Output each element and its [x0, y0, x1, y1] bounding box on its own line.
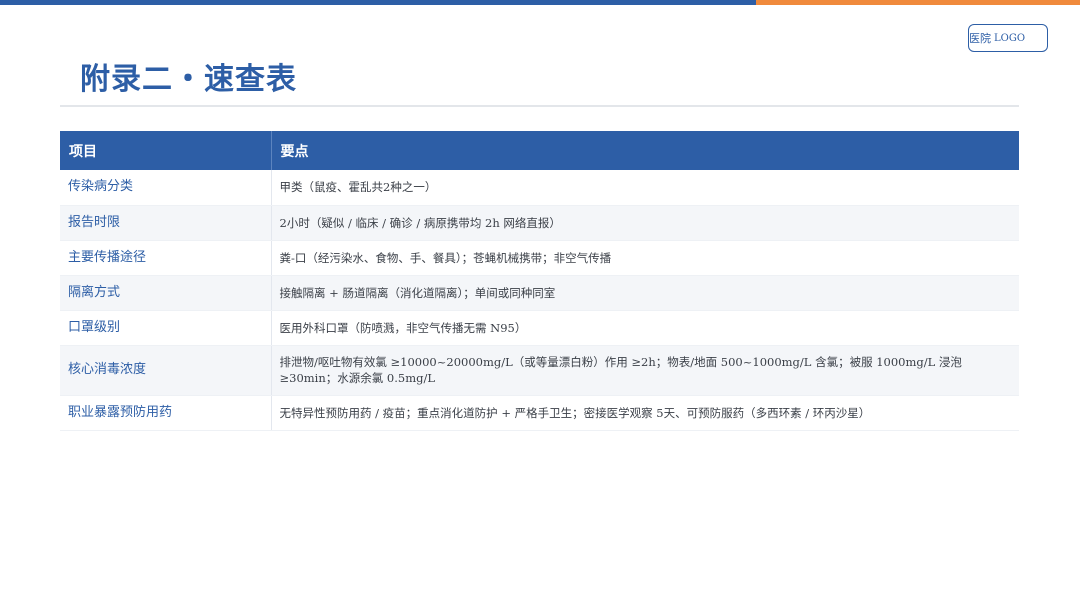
table-row: 主要传播途径 粪-口（经污染水、食物、手、餐具）；苍蝇机械携带；非空气传播: [60, 240, 1019, 276]
table-row: 核心消毒浓度 排泄物/呕吐物有效氯 ≥10000~20000mg/L（或等量漂白…: [60, 345, 1019, 396]
row-point: 医用外科口罩（防喷溅，非空气传播无需 N95）: [271, 310, 1019, 346]
row-point: 甲类（鼠疫、霍乱共2种之一）: [271, 170, 1019, 206]
table-row: 口罩级别 医用外科口罩（防喷溅，非空气传播无需 N95）: [60, 310, 1019, 346]
table-row: 隔离方式 接触隔离 + 肠道隔离（消化道隔离）；单间或同种同室: [60, 275, 1019, 311]
logo-text-cn: 医院: [969, 32, 991, 45]
table-row: 职业暴露预防用药 无特异性预防用药 / 疫苗；重点消化道防护 + 严格手卫生；密…: [60, 395, 1019, 431]
row-point: 排泄物/呕吐物有效氯 ≥10000~20000mg/L（或等量漂白粉）作用 ≥2…: [271, 345, 1019, 396]
row-item: 报告时限: [60, 205, 272, 241]
top-accent-bar-blue: [0, 0, 756, 5]
column-header-point: 要点: [271, 131, 1019, 170]
top-accent-bar-orange: [756, 0, 1080, 5]
quick-reference-table: 项目 要点 传染病分类 甲类（鼠疫、霍乱共2种之一） 报告时限 2小时（疑似 /…: [60, 131, 1019, 431]
hospital-logo: 医院 LOGO: [968, 24, 1048, 52]
logo-text-en: LOGO: [994, 32, 1026, 44]
top-accent-bar: [0, 0, 1080, 5]
page-title: 附录二・速查表: [80, 62, 297, 97]
title-divider: [60, 105, 1019, 107]
row-point: 2小时（疑似 / 临床 / 确诊 / 病原携带均 2h 网络直报）: [271, 205, 1019, 241]
row-point: 无特异性预防用药 / 疫苗；重点消化道防护 + 严格手卫生；密接医学观察 5天、…: [271, 395, 1019, 431]
row-item: 口罩级别: [60, 310, 272, 346]
table-row: 报告时限 2小时（疑似 / 临床 / 确诊 / 病原携带均 2h 网络直报）: [60, 205, 1019, 241]
row-item: 主要传播途径: [60, 240, 272, 276]
row-item: 职业暴露预防用药: [60, 395, 272, 431]
table-header-row: 项目 要点: [60, 131, 1019, 170]
row-item: 隔离方式: [60, 275, 272, 311]
row-point: 粪-口（经污染水、食物、手、餐具）；苍蝇机械携带；非空气传播: [271, 240, 1019, 276]
row-item: 核心消毒浓度: [60, 345, 272, 396]
row-point: 接触隔离 + 肠道隔离（消化道隔离）；单间或同种同室: [271, 275, 1019, 311]
column-header-item: 项目: [60, 131, 272, 170]
row-item: 传染病分类: [60, 170, 272, 206]
table-row: 传染病分类 甲类（鼠疫、霍乱共2种之一）: [60, 170, 1019, 206]
